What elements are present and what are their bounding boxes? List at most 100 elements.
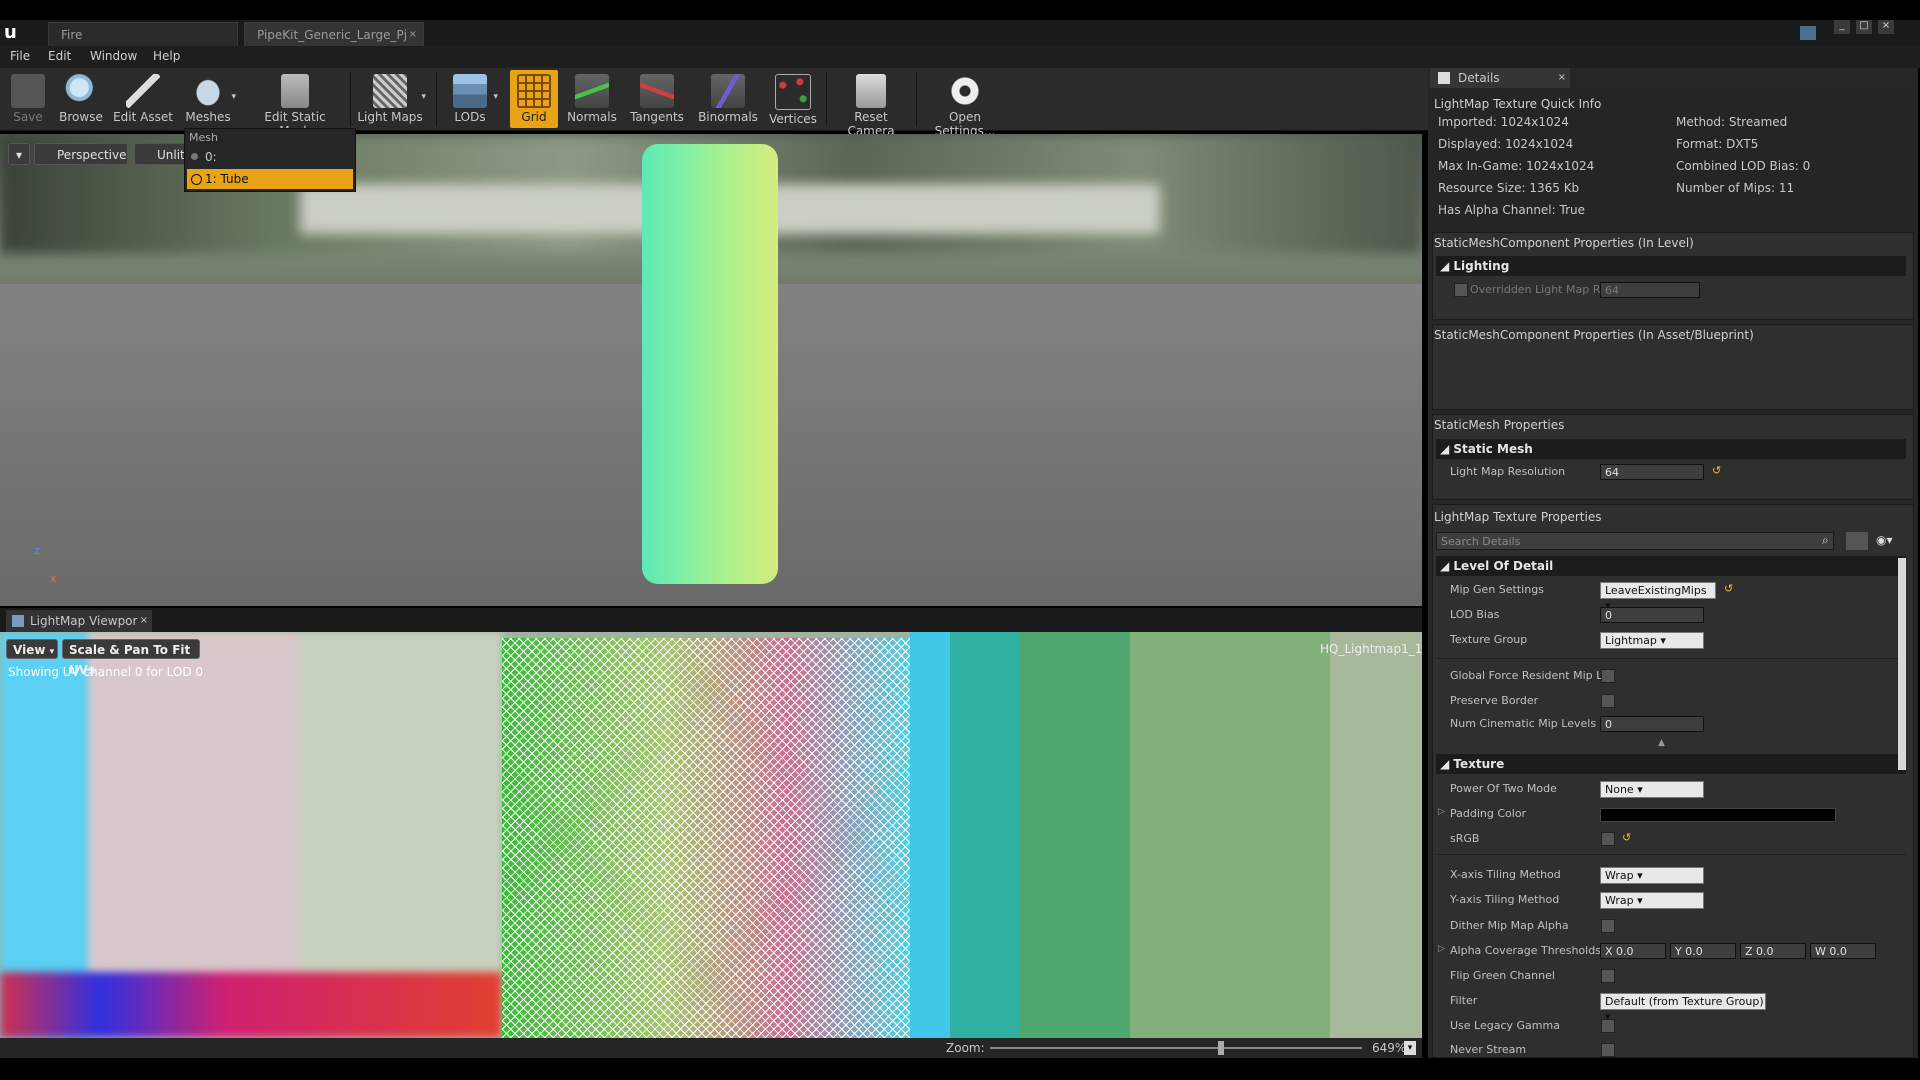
preserve-border-checkbox[interactable] bbox=[1601, 694, 1615, 708]
browse-button[interactable]: Browse bbox=[56, 70, 106, 128]
source-control-icon[interactable] bbox=[1800, 26, 1816, 40]
never-stream-label: Never Stream bbox=[1450, 1043, 1527, 1056]
close-icon[interactable]: × bbox=[1558, 68, 1566, 88]
flip-green-label: Flip Green Channel bbox=[1450, 969, 1555, 982]
alpha-cov-label: Alpha Coverage Thresholds bbox=[1450, 944, 1601, 957]
padding-color-swatch[interactable] bbox=[1600, 808, 1836, 822]
open-settings-button[interactable]: Open Settings... bbox=[920, 70, 1010, 138]
collapse-arrow-icon[interactable]: ▲ bbox=[1658, 738, 1665, 748]
alpha-cov-z[interactable]: Z 0.0 bbox=[1740, 943, 1806, 959]
row-divider bbox=[1436, 658, 1906, 659]
filter-dropdown[interactable]: Default (from Texture Group) ▾ bbox=[1600, 993, 1766, 1023]
sm-props-title: StaticMesh Properties bbox=[1434, 418, 1565, 432]
info-method: Method: Streamed bbox=[1676, 115, 1788, 129]
scale-pan-button[interactable]: Scale & Pan To Fit UVs bbox=[62, 639, 200, 677]
reset-camera-button[interactable]: Reset Camera bbox=[830, 70, 912, 138]
details-scrollbar[interactable] bbox=[1898, 558, 1906, 770]
tab-pipekit[interactable]: PipeKit_Generic_Large_Pj × bbox=[244, 22, 424, 46]
close-window-icon[interactable]: × bbox=[1878, 20, 1894, 34]
zoom-label: Zoom: bbox=[946, 1041, 985, 1055]
view-options-icon[interactable] bbox=[1846, 532, 1868, 550]
overridden-checkbox[interactable] bbox=[1454, 283, 1468, 297]
ue-logo-icon[interactable]: u bbox=[4, 22, 24, 44]
meshes-button[interactable]: Meshes ▾ bbox=[180, 70, 236, 128]
num-cine-field[interactable]: 0 bbox=[1600, 716, 1704, 732]
chevron-down-icon: ▾ bbox=[49, 647, 55, 657]
close-icon[interactable]: × bbox=[409, 23, 417, 47]
legacy-gamma-checkbox[interactable] bbox=[1601, 1019, 1615, 1033]
close-icon[interactable]: × bbox=[140, 610, 148, 632]
category-level-of-detail[interactable]: ◢ Level Of Detail bbox=[1436, 556, 1906, 576]
reset-arrow-icon[interactable]: ↺ bbox=[1622, 831, 1631, 844]
light-maps-button[interactable]: Light Maps ▾ bbox=[354, 70, 426, 128]
mesh-option-0[interactable]: 0: StaticMeshComponent0 bbox=[187, 147, 353, 184]
menu-help[interactable]: Help bbox=[153, 49, 180, 63]
menu-file[interactable]: File bbox=[10, 49, 30, 63]
lightmap-uv-viewport[interactable] bbox=[0, 632, 1422, 1038]
category-texture[interactable]: ◢ Texture bbox=[1436, 754, 1906, 774]
mip-gen-dropdown[interactable]: LeaveExistingMips ▾ bbox=[1600, 582, 1716, 612]
search-details-input[interactable]: Search Details bbox=[1436, 532, 1834, 550]
srgb-checkbox[interactable] bbox=[1601, 832, 1615, 846]
tab-fire[interactable]: Fire bbox=[48, 22, 238, 46]
minimize-icon[interactable]: _ bbox=[1834, 20, 1850, 34]
padding-label: Padding Color bbox=[1450, 807, 1527, 820]
x-tiling-dropdown[interactable]: Wrap ▾ bbox=[1600, 867, 1704, 884]
smc-level-title: StaticMeshComponent Properties (In Level… bbox=[1434, 236, 1694, 250]
magnifier-icon bbox=[64, 74, 98, 108]
y-tiling-dropdown[interactable]: Wrap ▾ bbox=[1600, 892, 1704, 909]
zoom-slider-handle[interactable] bbox=[1217, 1041, 1224, 1055]
reset-arrow-icon[interactable]: ↺ bbox=[1712, 464, 1721, 477]
maximize-icon[interactable]: □ bbox=[1856, 20, 1872, 34]
overridden-value: 64 bbox=[1600, 282, 1700, 298]
edit-asset-button[interactable]: Edit Asset bbox=[112, 70, 174, 128]
tab-lightmap-viewport[interactable]: LightMap Viewpor × bbox=[6, 610, 152, 632]
alpha-cov-y[interactable]: Y 0.0 bbox=[1670, 943, 1736, 959]
grid-button[interactable]: Grid bbox=[510, 70, 558, 128]
z-axis-icon: z bbox=[34, 544, 40, 557]
eye-icon[interactable]: ◉▾ bbox=[1876, 533, 1893, 547]
radio-icon bbox=[191, 153, 198, 160]
lods-button[interactable]: LODs ▾ bbox=[442, 70, 498, 128]
lod-bias-field[interactable]: 0 bbox=[1600, 607, 1704, 623]
perspective-viewport[interactable]: z x bbox=[0, 134, 1422, 606]
lmr-field[interactable]: 64 bbox=[1600, 464, 1704, 480]
perspective-button[interactable]: Perspective bbox=[34, 143, 128, 165]
alpha-cov-x[interactable]: X 0.0 bbox=[1600, 943, 1666, 959]
gfr-checkbox[interactable] bbox=[1601, 669, 1615, 683]
lt-props-title: LightMap Texture Properties bbox=[1434, 510, 1602, 524]
menu-edit[interactable]: Edit bbox=[48, 49, 71, 63]
save-button[interactable]: Save bbox=[6, 70, 50, 128]
reset-arrow-icon[interactable]: ↺ bbox=[1724, 582, 1733, 595]
texture-group-dropdown[interactable]: Lightmap ▾ bbox=[1600, 632, 1704, 649]
category-static-mesh[interactable]: ◢ Static Mesh bbox=[1436, 439, 1906, 459]
binormals-button[interactable]: Binormals bbox=[696, 70, 760, 128]
lightmap-tab-bar bbox=[0, 608, 1422, 632]
flip-green-checkbox[interactable] bbox=[1601, 969, 1615, 983]
zoom-slider-track[interactable] bbox=[990, 1047, 1362, 1049]
pot-dropdown[interactable]: None ▾ bbox=[1600, 781, 1704, 798]
vertices-icon bbox=[775, 74, 811, 110]
mesh-option-1[interactable]: 1: Tube bbox=[187, 169, 353, 189]
category-lighting[interactable]: ◢ Lighting bbox=[1436, 256, 1906, 276]
menu-window[interactable]: Window bbox=[90, 49, 137, 63]
chevron-down-icon: ▾ bbox=[421, 92, 426, 102]
alpha-cov-w[interactable]: W 0.0 bbox=[1810, 943, 1876, 959]
viewport-options-button[interactable]: ▾ bbox=[8, 143, 30, 165]
uv-layout bbox=[502, 638, 910, 1038]
tab-details[interactable]: Details × bbox=[1430, 68, 1570, 88]
view-menu-button[interactable]: View ▾ bbox=[6, 639, 58, 659]
expand-arrow-icon[interactable]: ▷ bbox=[1438, 807, 1445, 817]
view-mode-button[interactable]: Unlit bbox=[134, 143, 190, 165]
dither-checkbox[interactable] bbox=[1601, 919, 1615, 933]
grid-icon bbox=[517, 74, 551, 108]
normals-button[interactable]: Normals bbox=[566, 70, 618, 128]
zoom-dropdown-icon[interactable]: ▾ bbox=[1404, 1041, 1416, 1055]
viewport-icon bbox=[12, 615, 24, 627]
gfr-label: Global Force Resident Mip Le bbox=[1450, 669, 1609, 682]
edit-static-mesh-button[interactable]: Edit Static Mesh bbox=[248, 70, 342, 138]
never-stream-checkbox[interactable] bbox=[1601, 1043, 1615, 1057]
expand-arrow-icon[interactable]: ▷ bbox=[1438, 944, 1445, 954]
tangents-button[interactable]: Tangents bbox=[626, 70, 688, 128]
vertices-button[interactable]: Vertices bbox=[766, 70, 820, 128]
